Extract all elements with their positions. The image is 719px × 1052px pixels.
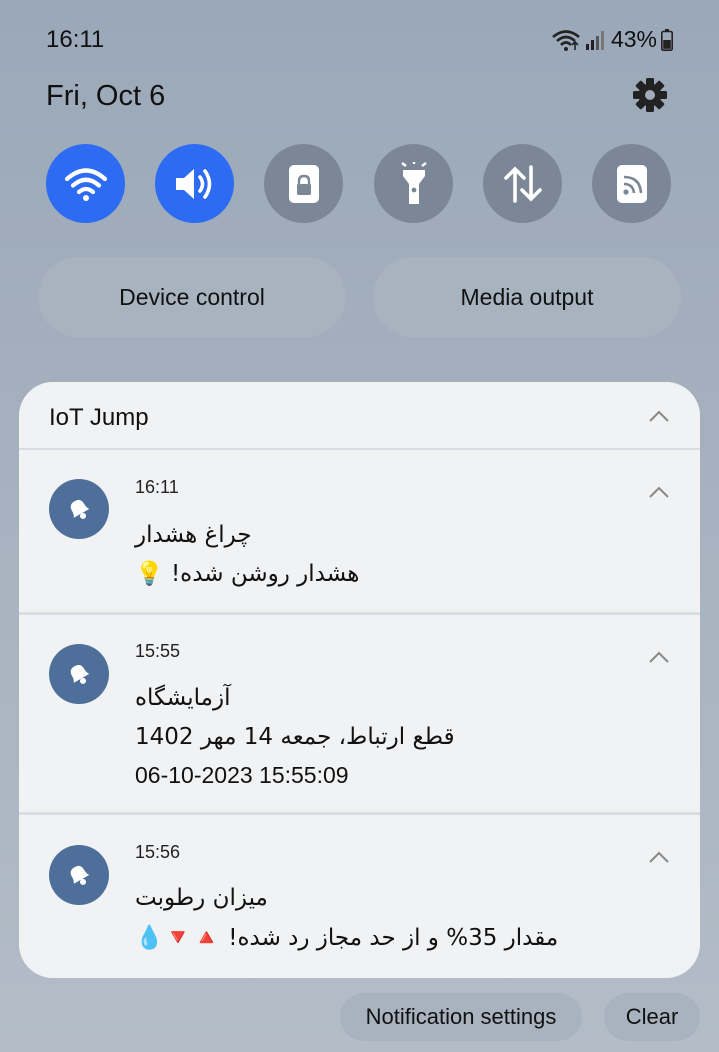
wifi-icon bbox=[64, 167, 107, 201]
avatar bbox=[49, 644, 109, 704]
notification-time: 15:55 bbox=[135, 641, 181, 661]
wifi-icon bbox=[552, 29, 580, 51]
clear-label: Clear bbox=[625, 1004, 679, 1029]
notification-group-header[interactable]: IoT Jump bbox=[19, 382, 700, 448]
battery-percent: 43% bbox=[610, 26, 657, 52]
notification-body: هشدار روشن شده! 💡 bbox=[135, 561, 360, 587]
notification-settings-button[interactable]: Notification settings bbox=[340, 993, 582, 1041]
notification-title: میزان رطوبت bbox=[135, 885, 268, 911]
signal-icon bbox=[585, 30, 604, 50]
battery-icon bbox=[661, 28, 673, 51]
chevron-up-icon[interactable] bbox=[648, 850, 670, 864]
notification-item[interactable]: 15:56 میزان رطوبت مقدار 35% و از حد مجاز… bbox=[19, 815, 700, 978]
chevron-up-icon[interactable] bbox=[648, 409, 670, 423]
notification-time: 16:11 bbox=[135, 477, 179, 497]
media-output-button[interactable]: Media output bbox=[373, 257, 681, 337]
media-output-label: Media output bbox=[460, 283, 594, 310]
mobile-data-toggle[interactable] bbox=[483, 144, 562, 223]
notification-title: آزمایشگاه bbox=[135, 685, 231, 711]
wifi-toggle[interactable] bbox=[46, 144, 125, 223]
flashlight-icon bbox=[400, 161, 427, 204]
notification-item[interactable]: 16:11 چراغ هشدار هشدار روشن شده! 💡 bbox=[19, 450, 700, 612]
flashlight-toggle[interactable] bbox=[374, 144, 453, 223]
cast-icon bbox=[616, 164, 647, 203]
notification-body-timestamp: 06-10-2023 15:55:09 bbox=[135, 762, 349, 788]
device-control-label: Device control bbox=[119, 283, 265, 310]
gear-icon[interactable] bbox=[633, 78, 667, 112]
bell-icon bbox=[70, 865, 90, 885]
sound-toggle[interactable] bbox=[155, 144, 234, 223]
bell-icon bbox=[70, 664, 90, 684]
status-icons: 43% bbox=[551, 26, 673, 53]
notification-title: چراغ هشدار bbox=[135, 522, 252, 548]
chevron-up-icon[interactable] bbox=[648, 485, 670, 499]
clear-button[interactable]: Clear bbox=[604, 993, 700, 1041]
status-bar: 16:11 43% bbox=[46, 24, 673, 54]
cast-toggle[interactable] bbox=[592, 144, 671, 223]
speaker-icon bbox=[175, 168, 211, 199]
date-label: Fri, Oct 6 bbox=[46, 80, 166, 112]
chevron-up-icon[interactable] bbox=[648, 650, 670, 664]
avatar bbox=[49, 845, 109, 905]
notification-time: 15:56 bbox=[135, 842, 181, 862]
app-name: IoT Jump bbox=[49, 404, 149, 431]
notification-item[interactable]: 15:55 آزمایشگاه قطع ارتباط، جمعه 14 مهر … bbox=[19, 615, 700, 812]
notification-group: IoT Jump 16:11 چراغ هشدار هشدار روشن شده… bbox=[19, 382, 700, 978]
screen-lock-toggle[interactable] bbox=[264, 144, 343, 223]
device-control-button[interactable]: Device control bbox=[38, 257, 346, 337]
status-time: 16:11 bbox=[46, 26, 105, 53]
notification-body: قطع ارتباط، جمعه 14 مهر 1402 bbox=[135, 724, 455, 750]
notification-settings-label: Notification settings bbox=[365, 1004, 557, 1029]
lock-icon bbox=[288, 164, 319, 203]
avatar bbox=[49, 479, 109, 539]
bell-icon bbox=[70, 499, 90, 519]
data-arrows-icon bbox=[503, 164, 542, 203]
quick-settings-toggles bbox=[46, 144, 672, 224]
notification-body: مقدار 35% و از حد مجاز رد شده! 🔺🔻💧 bbox=[135, 925, 559, 951]
